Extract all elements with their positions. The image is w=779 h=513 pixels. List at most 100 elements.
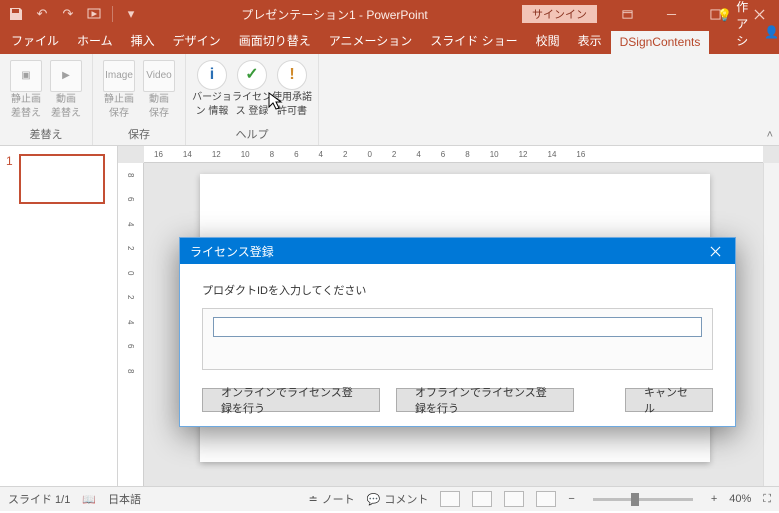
lbl: ン 情報: [196, 106, 229, 118]
language-indicator[interactable]: 日本語: [108, 491, 141, 507]
tick: 10: [490, 150, 499, 159]
cancel-button[interactable]: キャンセル: [625, 388, 713, 412]
still-save-button[interactable]: Image静止画保存: [99, 56, 139, 119]
tab-transitions[interactable]: 画面切り替え: [230, 28, 320, 54]
tick: 12: [519, 150, 528, 159]
redo-icon[interactable]: ↷: [60, 6, 76, 22]
vertical-ruler: 864202468: [118, 163, 144, 486]
zoom-in-icon[interactable]: +: [711, 493, 717, 505]
tick: 4: [319, 150, 323, 159]
status-bar: スライド 1/1 📖 日本語 ≐ ノート 💬 コメント − + 40% ⛶: [0, 486, 779, 511]
tell-me[interactable]: 💡 操作アシ: [709, 0, 756, 54]
thumb-preview[interactable]: [19, 154, 105, 204]
tick: 4: [126, 320, 135, 324]
tab-review[interactable]: 校閲: [527, 28, 569, 54]
tick: 12: [212, 150, 221, 159]
ribbon-group-help: iバージョン 情報 ✓ライセンス 登録 !使用承諾許可書 ヘルプ: [186, 54, 319, 145]
tab-slideshow[interactable]: スライド ショー: [421, 28, 526, 54]
still-replace-button[interactable]: ▣静止画差替え: [6, 56, 46, 119]
notes-button[interactable]: ≐ ノート: [308, 491, 354, 507]
version-info-button[interactable]: iバージョン 情報: [192, 56, 232, 117]
zoom-out-icon[interactable]: −: [568, 493, 574, 505]
lbl: 差替え: [51, 108, 81, 120]
tick: 8: [126, 369, 135, 373]
ribbon-group-replace: ▣静止画差替え ▶動画差替え 差替え: [0, 54, 93, 145]
ribbon-tabs: ファイル ホーム 挿入 デザイン 画面切り替え アニメーション スライド ショー…: [0, 28, 779, 54]
dialog-buttons: オンラインでライセンス登録を行う オフラインでライセンス登録を行う キャンセル: [202, 388, 713, 412]
signin-button[interactable]: サインイン: [522, 5, 597, 23]
lbl: ノート: [322, 491, 355, 507]
eula-button[interactable]: !使用承諾許可書: [272, 56, 312, 117]
image-placeholder-icon: ▣: [10, 60, 42, 92]
lbl: バージョ: [192, 92, 232, 104]
fit-to-window-icon[interactable]: ⛶: [763, 493, 771, 506]
spellcheck-icon[interactable]: 📖: [82, 493, 96, 506]
zoom-level[interactable]: 40%: [729, 493, 751, 505]
quick-access-toolbar: ↶ ↷ ▾: [0, 6, 147, 22]
zoom-slider[interactable]: [593, 498, 693, 501]
tick: 2: [392, 150, 396, 159]
tab-home[interactable]: ホーム: [68, 28, 122, 54]
slide-thumbnail[interactable]: 1: [6, 154, 111, 204]
ribbon-display-options-icon[interactable]: [607, 0, 647, 28]
comments-button[interactable]: 💬 コメント: [367, 491, 429, 507]
video-save-button[interactable]: Video 動画保存: [139, 56, 179, 119]
sorter-view-icon[interactable]: [472, 491, 492, 507]
video-replace-button[interactable]: ▶動画差替え: [46, 56, 86, 119]
ribbon: ▣静止画差替え ▶動画差替え 差替え Image静止画保存 Video動画保存 …: [0, 54, 779, 146]
dialog-body: プロダクトIDを入力してください オンラインでライセンス登録を行う オフラインで…: [180, 264, 735, 422]
lbl: 使用承諾: [272, 92, 312, 104]
field-group: [202, 308, 713, 370]
tick: 8: [126, 173, 135, 177]
start-from-beginning-icon[interactable]: [86, 6, 102, 22]
share-button[interactable]: 👤共有: [756, 15, 779, 54]
group-label: ヘルプ: [236, 124, 269, 145]
share-icon: 👤: [764, 25, 779, 39]
lbl: ライセン: [232, 92, 272, 104]
slideshow-view-icon[interactable]: [536, 491, 556, 507]
lbl: 保存: [149, 108, 169, 120]
tick: 4: [416, 150, 420, 159]
tab-view[interactable]: 表示: [569, 28, 611, 54]
qat-separator: [112, 6, 113, 22]
slide-indicator[interactable]: スライド 1/1: [8, 491, 70, 507]
normal-view-icon[interactable]: [440, 491, 460, 507]
tick: 4: [126, 222, 135, 226]
register-offline-button[interactable]: オフラインでライセンス登録を行う: [396, 388, 574, 412]
tab-animations[interactable]: アニメーション: [320, 28, 422, 54]
minimize-icon[interactable]: [651, 0, 691, 28]
dialog-titlebar[interactable]: ライセンス登録: [180, 238, 735, 264]
group-label: 差替え: [30, 124, 63, 145]
tab-design[interactable]: デザイン: [164, 28, 230, 54]
zoom-thumb[interactable]: [631, 493, 639, 506]
tab-dsigncontents[interactable]: DSignContents: [611, 31, 710, 54]
dialog-close-icon[interactable]: [695, 238, 735, 264]
tick: 0: [367, 150, 371, 159]
register-online-button[interactable]: オンラインでライセンス登録を行う: [202, 388, 380, 412]
tick: 10: [241, 150, 250, 159]
vertical-scrollbar[interactable]: [763, 163, 779, 486]
video-thumb-icon: Video: [143, 60, 175, 92]
reading-view-icon[interactable]: [504, 491, 524, 507]
tick: 2: [126, 295, 135, 299]
bulb-icon: 💡: [717, 8, 732, 22]
qat-customize-icon[interactable]: ▾: [123, 6, 139, 22]
lbl: 許可書: [277, 106, 307, 118]
tick: 14: [548, 150, 557, 159]
lbl: 差替え: [11, 108, 41, 120]
window-title: プレゼンテーション1 - PowerPoint: [147, 6, 522, 23]
undo-icon[interactable]: ↶: [34, 6, 50, 22]
thumbnail-pane[interactable]: 1: [0, 146, 118, 486]
title-bar: ↶ ↷ ▾ プレゼンテーション1 - PowerPoint サインイン: [0, 0, 779, 28]
save-icon[interactable]: [8, 6, 24, 22]
product-id-label: プロダクトIDを入力してください: [202, 282, 713, 298]
product-id-input[interactable]: [213, 317, 702, 337]
lbl: ス 登録: [236, 106, 269, 118]
collapse-ribbon-icon[interactable]: ˄: [767, 129, 773, 141]
tick: 0: [126, 271, 135, 275]
tab-insert[interactable]: 挿入: [122, 28, 164, 54]
lbl: 動画: [149, 94, 169, 106]
tab-file[interactable]: ファイル: [2, 28, 68, 54]
license-register-button[interactable]: ✓ライセンス 登録: [232, 56, 272, 117]
tell-me-label: 操作アシ: [736, 0, 748, 49]
